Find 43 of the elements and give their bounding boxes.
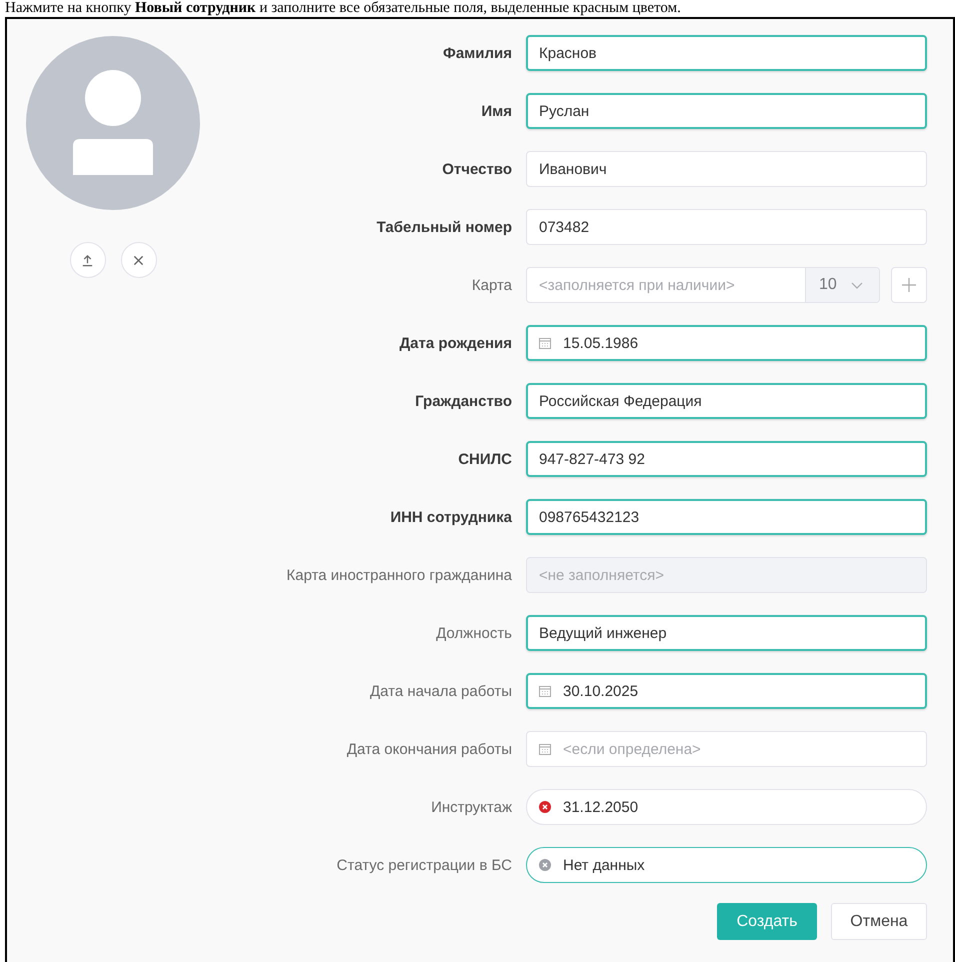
field-label: Дата начала работы (368, 682, 512, 700)
chevron-down-icon (850, 282, 863, 288)
field-label: Должность (435, 624, 512, 642)
field-label: Дата окончания работы (346, 740, 512, 758)
text-field[interactable]: 098765432123 (526, 499, 927, 535)
instruction-text: Нажмите на кнопку Новый сотрудник и заполните все обязательные поля, выделенные красным цветом. (5, 0, 682, 17)
calendar-icon (539, 742, 551, 756)
text-field[interactable]: Иванович (526, 151, 927, 187)
field-label: Карта (470, 276, 512, 294)
number-select[interactable]: 10 (805, 268, 879, 302)
text-field[interactable]: Краснов (526, 35, 927, 71)
card-field[interactable]: <заполняется при наличии> 10 (526, 267, 880, 303)
date-field[interactable]: 15.05.1986 (526, 325, 927, 361)
text-field[interactable]: 947-827-473 92 (526, 441, 927, 477)
field-label: ИНН сотрудника (389, 508, 512, 526)
add-card-button[interactable] (891, 267, 927, 303)
upload-button[interactable] (70, 242, 106, 278)
status-field[interactable]: Нет данных (526, 847, 927, 883)
close-icon (133, 254, 144, 266)
calendar-icon (539, 684, 551, 698)
cancel-button[interactable]: Отмена (831, 903, 927, 940)
avatar-placeholder-icon (26, 36, 200, 210)
field-label: Имя (480, 102, 512, 120)
upload-icon (81, 254, 94, 266)
text-field[interactable]: Руслан (526, 93, 927, 129)
disabled-field: <не заполняется> (526, 557, 927, 593)
field-label: Инструктаж (430, 798, 512, 816)
text-field[interactable]: Ведущий инженер (526, 615, 927, 651)
text-field[interactable]: 073482 (526, 209, 927, 245)
text-field[interactable]: Российская Федерация (526, 383, 927, 419)
field-label: Отчество (441, 160, 512, 178)
remove-photo-button[interactable] (120, 242, 156, 278)
field-label: Гражданство (414, 392, 512, 410)
field-label: СНИЛС (457, 450, 512, 468)
plus-icon (902, 278, 916, 292)
date-field[interactable]: 30.10.2025 (526, 673, 927, 709)
field-label: Статус регистрации в БС (336, 856, 512, 874)
field-label: Дата рождения (398, 334, 512, 352)
field-label: Карта иностранного гражданина (286, 566, 512, 584)
field-label: Фамилия (442, 44, 512, 62)
calendar-icon (539, 336, 551, 350)
field-label: Табельный номер (376, 218, 512, 236)
status-field[interactable]: 31.12.2050 (526, 789, 927, 825)
